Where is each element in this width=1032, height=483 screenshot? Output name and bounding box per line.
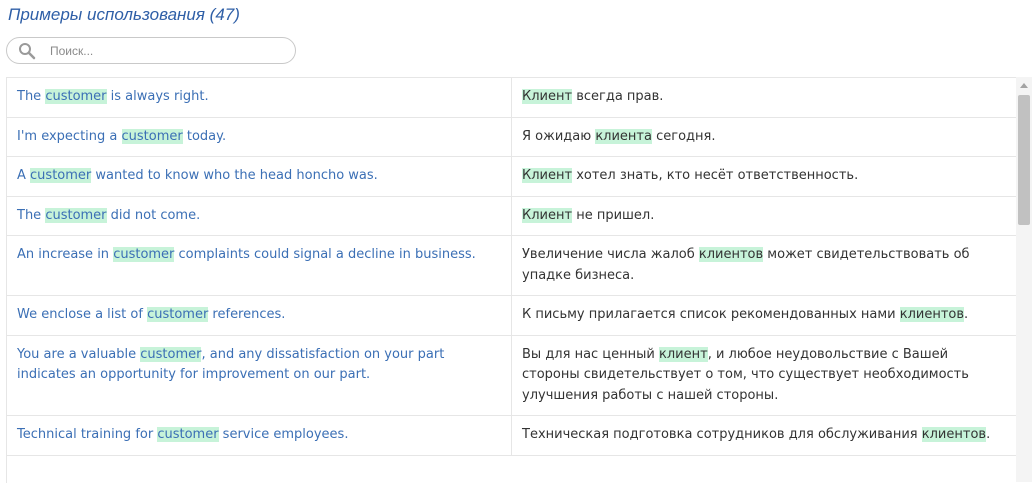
highlighted-term: customer [45,207,107,223]
example-source-text: We enclose a list of customer references… [7,296,512,335]
example-row: An increase in customer complaints could… [7,236,1017,296]
example-row: I'm expecting a customer today. Я ожидаю … [7,117,1017,157]
highlighted-term: Клиент [522,168,573,183]
example-text-segment: is always right. [106,89,209,104]
example-text-segment: . [964,307,969,322]
highlighted-term: customer [121,128,183,144]
example-source-text: Technical training for customer service … [7,416,512,455]
scrollbar-thumb[interactable] [1018,95,1030,225]
example-translation-text: Клиент хотел знать, кто несёт ответствен… [512,157,1017,196]
highlighted-term: customer [45,89,107,104]
example-text-segment: сегодня. [651,128,716,144]
example-translation-text: К письму прилагается список рекомендован… [512,296,1017,335]
example-row: The customer did not come. Клиент не приш… [7,196,1017,236]
example-translation-text: Увеличение числа жалоб клиентов может св… [512,236,1017,295]
example-text-segment: references. [208,307,286,322]
example-text-segment: I'm expecting a [17,128,122,144]
example-row: A customer wanted to know who the head h… [7,157,1017,197]
examples-table: The customer is always right. Клиент всег… [6,77,1017,483]
highlighted-term: клиентов [921,427,987,442]
example-source-text: The customer is always right. [7,78,512,117]
highlighted-term: клиента [595,128,652,144]
example-source-text: The customer did not come. [7,196,512,235]
example-translation-text: Я ожидаю клиента сегодня. [512,118,1017,157]
example-text-segment: did not come. [106,207,201,223]
example-text-segment: К письму прилагается список рекомендован… [522,307,900,322]
search-icon [18,42,36,60]
example-source-text: An increase in customer complaints could… [7,236,512,295]
highlighted-term: Клиент [522,207,573,223]
example-text-segment: The [17,207,46,223]
example-source-text: A customer wanted to know who the head h… [7,157,512,196]
example-row: Technical training for customer service … [7,416,1017,456]
scrollbar[interactable] [1016,77,1032,482]
highlighted-term: Клиент [522,89,573,104]
highlighted-term: customer [140,346,202,362]
example-translation-text: Вы для нас ценный клиент, и любое неудов… [512,336,1017,416]
example-text-segment: . [986,427,991,442]
example-translation-text: Клиент не пришел. [512,197,1017,236]
highlighted-term: customer [157,427,219,442]
example-row: You are a valuable customer, and any dis… [7,335,1017,416]
search-box[interactable]: Поиск... [6,37,296,64]
example-text-segment: complaints could signal a decline in bus… [174,247,476,262]
example-text-segment: Увеличение числа жалоб [522,247,699,262]
example-row: We enclose a list of customer references… [7,296,1017,336]
example-source-text: I'm expecting a customer today. [7,117,512,156]
example-text-segment: Я ожидаю [522,128,596,144]
highlighted-term: клиентов [899,307,965,322]
example-text-segment: Техническая подготовка сотрудников для о… [522,427,922,442]
highlighted-term: customer [30,168,92,183]
example-text-segment: хотел знать, кто несёт ответственность. [572,168,859,183]
example-text-segment: wanted to know who the head honcho was. [91,168,378,183]
example-text-segment: You are a valuable [17,346,141,362]
highlighted-term: customer [113,247,175,262]
example-text-segment: всегда прав. [572,89,664,104]
highlighted-term: клиент [659,346,708,362]
example-row: The customer is always right. Клиент всег… [7,78,1017,118]
example-text-segment: today. [182,128,227,144]
example-source-text: You are a valuable customer, and any dis… [7,335,512,415]
search-input[interactable]: Поиск... [50,44,93,58]
highlighted-term: customer [147,307,209,322]
page-title: Примеры использования (47) [8,5,240,24]
example-text-segment: не пришел. [572,207,655,223]
example-text-segment: An increase in [17,247,114,262]
example-text-segment: We enclose a list of [17,307,148,322]
example-text-segment: Вы для нас ценный [522,346,660,362]
example-text-segment: The [17,89,46,104]
example-translation-text: Клиент всегда прав. [512,78,1017,117]
example-text-segment: A [17,168,31,183]
example-text-segment: Technical training for [17,427,158,442]
scroll-up-icon[interactable] [1020,83,1028,88]
example-text-segment: service employees. [218,427,349,442]
highlighted-term: клиентов [698,247,764,262]
example-translation-text: Техническая подготовка сотрудников для о… [512,416,1017,455]
